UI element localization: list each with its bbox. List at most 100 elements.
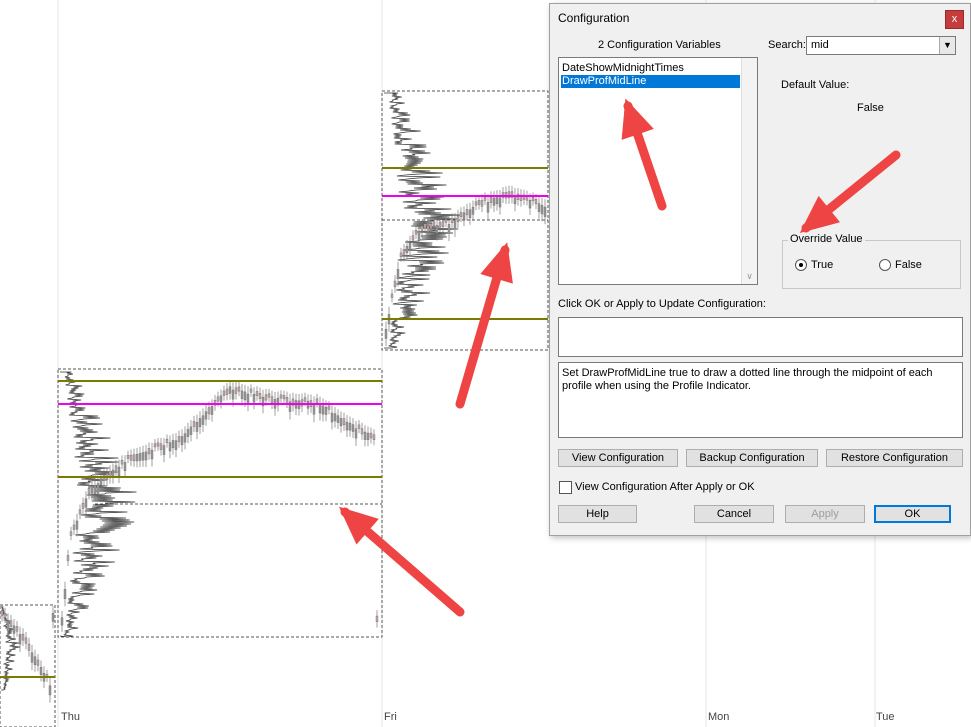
candle-body (78, 509, 82, 515)
candle-body (423, 223, 427, 229)
candle-body (468, 209, 472, 218)
candle-body (336, 415, 340, 423)
candle-body (477, 200, 481, 205)
candle-body (435, 225, 439, 234)
close-button[interactable]: x (945, 10, 964, 29)
candle-body (186, 429, 190, 437)
dialog-titlebar[interactable]: Configuration x (550, 4, 970, 32)
candle-body (198, 418, 202, 428)
list-item-dateshowmidnighttimes[interactable]: DateShowMidnightTimes (561, 62, 740, 75)
dialog-title: Configuration (558, 11, 630, 25)
candle-body (432, 221, 436, 226)
candle-body (447, 224, 451, 234)
scroll-down-icon[interactable]: ∨ (742, 271, 757, 283)
list-item-drawprofmidline[interactable]: DrawProfMidLine (561, 75, 740, 88)
candle-body (303, 397, 307, 402)
candle-body (414, 230, 418, 235)
search-input[interactable]: mid ▼ (806, 36, 956, 55)
list-scrollbar[interactable]: ∨ (741, 58, 757, 284)
cancel-button[interactable]: Cancel (694, 505, 774, 523)
candle-body (339, 418, 343, 427)
view-after-apply-label[interactable]: View Configuration After Apply or OK (575, 481, 755, 493)
candle-body (60, 617, 64, 626)
candle-body (453, 220, 457, 230)
view-after-apply-checkbox[interactable] (559, 481, 572, 494)
candle-body (207, 407, 211, 415)
chevron-down-icon[interactable]: ▼ (939, 37, 955, 54)
candle-body (174, 440, 178, 450)
candle-body (390, 293, 394, 298)
candle-body (321, 405, 325, 415)
candle-body (153, 443, 157, 448)
candle-body (147, 448, 151, 455)
search-value: mid (811, 39, 829, 51)
candle-body (222, 390, 226, 396)
candle-body (192, 421, 196, 427)
candle-body (183, 433, 187, 443)
candle-body (123, 462, 127, 471)
variable-list[interactable]: DateShowMidnightTimes DrawProfMidLine ∨ (558, 57, 758, 285)
candle-body (69, 531, 73, 536)
candle-body (351, 424, 355, 432)
candle-body (327, 405, 331, 410)
candle-body (402, 249, 406, 256)
candle-body (369, 432, 373, 439)
candle-body (3, 612, 7, 618)
candle-body (543, 206, 547, 217)
candle-body (444, 219, 448, 223)
candle-body (483, 196, 487, 201)
override-true-label[interactable]: True (811, 259, 833, 271)
candle-body (282, 395, 286, 400)
candle-body (195, 422, 199, 432)
candle-body (417, 230, 421, 241)
candle-body (480, 200, 484, 207)
candle-body (237, 386, 241, 392)
candle-body (27, 643, 31, 651)
candle-body (117, 466, 121, 476)
candle-body (486, 202, 490, 213)
view-configuration-button[interactable]: View Configuration (558, 449, 678, 467)
configuration-dialog: Configuration x 2 Configuration Variable… (549, 3, 971, 536)
candle-body (312, 404, 316, 415)
candle-body (39, 667, 43, 675)
candle-body (225, 388, 229, 395)
override-true-radio[interactable] (795, 259, 807, 271)
candle-body (537, 203, 541, 212)
candle-body (348, 422, 352, 431)
description-box: Set DrawProfMidLine true to draw a dotte… (558, 362, 963, 438)
candle-body (18, 634, 22, 645)
update-text-box[interactable] (558, 317, 963, 357)
candle-body (540, 205, 544, 215)
override-false-label[interactable]: False (895, 259, 922, 271)
candle-body (165, 439, 169, 444)
candle-body (171, 440, 175, 449)
candle-body (426, 225, 430, 233)
candle-body (408, 242, 412, 251)
candle-body (87, 488, 91, 494)
candle-body (405, 246, 409, 253)
candle-body (228, 386, 232, 394)
candle-body (156, 442, 160, 447)
candle-body (318, 403, 322, 414)
candle-body (528, 200, 532, 209)
candle-body (96, 483, 100, 494)
backup-configuration-button[interactable]: Backup Configuration (686, 449, 818, 467)
candle-body (75, 520, 79, 530)
apply-button[interactable]: Apply (785, 505, 865, 523)
candle-body (330, 412, 334, 423)
candle-body (234, 387, 238, 394)
ok-button[interactable]: OK (874, 505, 951, 523)
x-axis-label-mon: Mon (708, 711, 730, 723)
candle-body (393, 280, 397, 288)
candle-body (363, 431, 367, 440)
x-axis-label-fri: Fri (384, 711, 397, 723)
override-false-radio[interactable] (879, 259, 891, 271)
candle-body (354, 428, 358, 439)
help-button[interactable]: Help (558, 505, 637, 523)
candle-body (48, 685, 52, 696)
candle-body (285, 397, 289, 403)
description-text: Set DrawProfMidLine true to draw a dotte… (562, 367, 933, 392)
candle-body (216, 396, 220, 402)
candle-body (90, 485, 94, 494)
restore-configuration-button[interactable]: Restore Configuration (826, 449, 963, 467)
